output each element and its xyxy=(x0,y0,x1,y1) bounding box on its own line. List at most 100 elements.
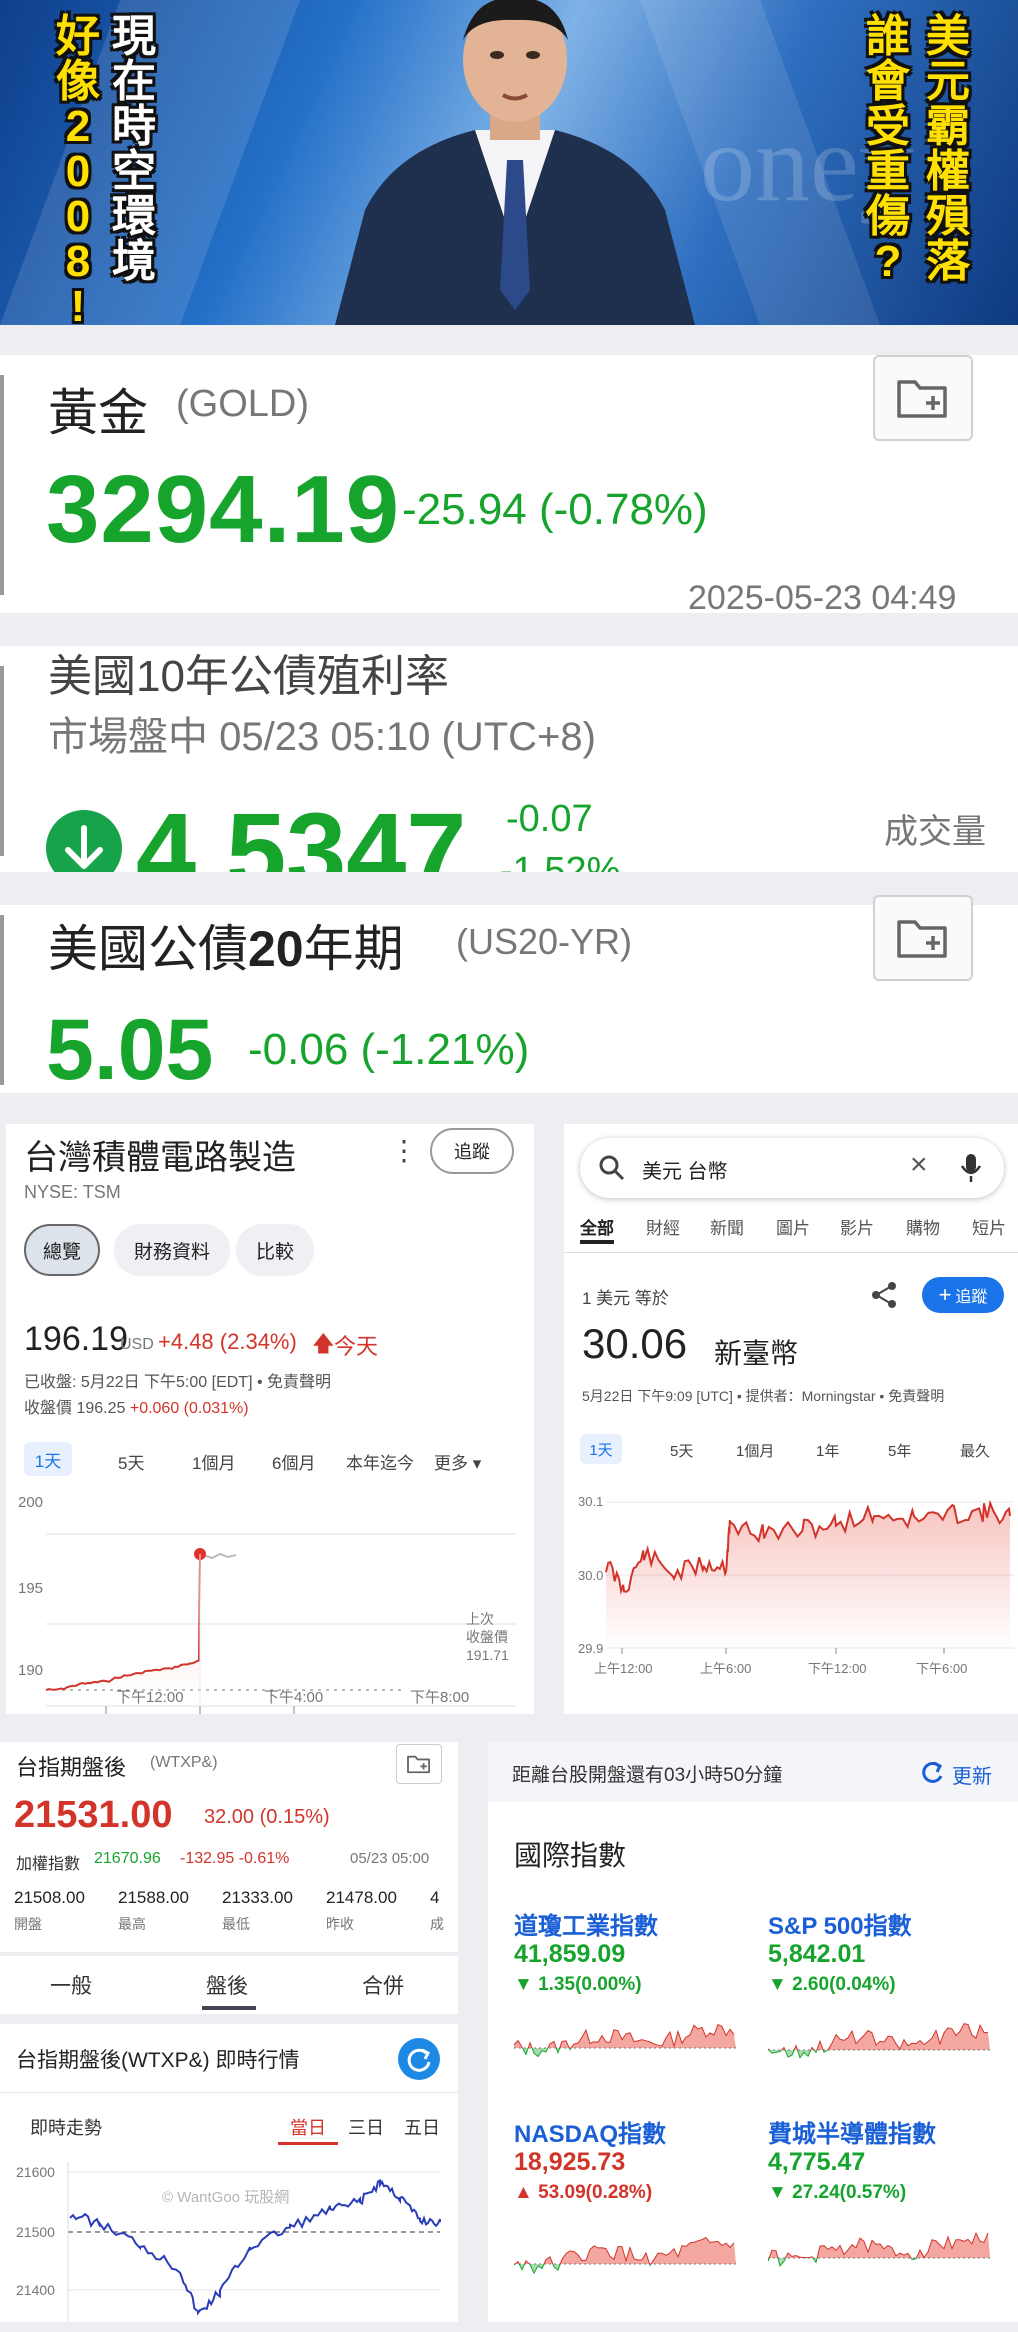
folder-add-icon[interactable] xyxy=(873,355,973,441)
refresh-icon[interactable] xyxy=(398,2038,440,2080)
tab-all-indicator xyxy=(580,1240,614,1244)
sp500-sparkline xyxy=(768,2023,990,2059)
caption-right-1-char: 傷 xyxy=(866,192,910,241)
nasdaq-change: ▲ 53.09(0.28%) xyxy=(514,2182,653,2203)
stat-open-value: 21508.00 xyxy=(14,1888,85,1907)
fx-xtick-2: 上午6:00 xyxy=(700,1661,752,1676)
video-frame[interactable]: oney 好像 2 0 0 8! 現在時空環境 誰會受重傷? 美元霸權殞落 xyxy=(0,0,1018,325)
share-icon[interactable] xyxy=(870,1280,900,1310)
search-icon xyxy=(599,1155,625,1181)
caption-right-1-char: 受 xyxy=(866,102,910,151)
sox-change: ▼ 27.24(0.57%) xyxy=(768,2182,907,2203)
nasdaq-name[interactable]: NASDAQ指數 xyxy=(514,2114,666,2149)
sp500-name[interactable]: S&P 500指數 xyxy=(768,1906,912,1941)
folder-add-icon[interactable] xyxy=(873,895,973,981)
wtx-panel: 台指期盤後 (WTXP&) 21531.00 32.00 (0.15%) 加權指… xyxy=(0,1742,458,2322)
microphone-icon[interactable] xyxy=(960,1152,982,1184)
fx-xtick-1: 上午12:00 xyxy=(594,1661,653,1676)
tab-compare[interactable]: 比較 xyxy=(236,1224,314,1276)
wtx-title: 台指期盤後 xyxy=(16,1755,127,1780)
caption-right-2-char: 元 xyxy=(926,57,970,106)
stat-low-value: 21333.00 xyxy=(222,1888,293,1907)
down-arrow-icon xyxy=(46,810,122,872)
fx-follow-button[interactable]: + 追蹤 xyxy=(922,1277,1004,1313)
caption-right-2: 美元霸權殞落 xyxy=(920,14,976,284)
tab-overview[interactable]: 總覽 xyxy=(24,1224,100,1276)
intl-index-panel: 距離台股開盤還有03小時50分鐘 更新 國際指數 道瓊工業指數 41,859.0… xyxy=(488,1742,1018,2322)
tab-finance[interactable]: 財經 xyxy=(646,1214,680,1239)
wtx-change: 32.00 (0.15%) xyxy=(204,1806,330,1828)
caption-left-2: 現在時空環境 xyxy=(106,14,162,284)
dow-name[interactable]: 道瓊工業指數 xyxy=(514,1906,658,1941)
tsm-xtick-12: 下午12:00 xyxy=(116,1689,184,1706)
stat-vol-value: 4 xyxy=(430,1888,440,1907)
caption-right-1-char: ? xyxy=(874,237,902,286)
fx-range-1d[interactable]: 1天 xyxy=(580,1434,622,1464)
tab-combined[interactable]: 合併 xyxy=(362,1970,404,2000)
tab-videos[interactable]: 影片 xyxy=(840,1214,874,1239)
stat-low-label: 最低 xyxy=(222,1916,250,1932)
range-5d[interactable]: 5天 xyxy=(118,1449,144,1474)
caption-left-2-char: 時 xyxy=(112,102,156,151)
period-today-indicator xyxy=(278,2142,338,2145)
tab-images[interactable]: 圖片 xyxy=(776,1214,810,1239)
range-6m[interactable]: 6個月 xyxy=(272,1449,315,1474)
fx-range-1m[interactable]: 1個月 xyxy=(736,1440,774,1461)
tsm-follow-button[interactable]: 追蹤 xyxy=(430,1128,514,1174)
tab-all[interactable]: 全部 xyxy=(580,1214,614,1239)
more-vert-icon[interactable]: ⋮ xyxy=(390,1134,418,1167)
caption-right-2-char: 權 xyxy=(926,147,970,196)
caption-right-1: 誰會受重傷? xyxy=(860,14,916,284)
news-anchor-image xyxy=(335,0,695,325)
wtx-realtime-title: 台指期盤後(WTXP&) 即時行情 xyxy=(16,2049,300,2072)
fx-xtick-3: 下午12:00 xyxy=(808,1661,867,1676)
period-5d[interactable]: 五日 xyxy=(404,2114,440,2140)
tab-financials[interactable]: 財務資料 xyxy=(114,1224,230,1276)
search-input[interactable]: 美元 台幣 xyxy=(642,1155,728,1184)
range-1d[interactable]: 1天 xyxy=(24,1442,72,1476)
wtx-ytick-21600: 21600 xyxy=(16,2164,55,2180)
sox-value: 4,775.47 xyxy=(768,2148,866,2176)
stat-prev-value: 21478.00 xyxy=(326,1888,397,1907)
tab-after-hours[interactable]: 盤後 xyxy=(206,1970,248,2000)
period-3d[interactable]: 三日 xyxy=(348,2114,384,2140)
fx-range-1y[interactable]: 1年 xyxy=(816,1440,839,1461)
tab-shorts[interactable]: 短片 xyxy=(972,1214,1006,1239)
us20y-price: 5.05 xyxy=(46,1002,214,1098)
range-more[interactable]: 更多 ▾ xyxy=(434,1449,481,1474)
stat-vol-label: 成 xyxy=(430,1916,444,1932)
fx-range-max[interactable]: 最久 xyxy=(960,1440,990,1461)
dow-sparkline xyxy=(514,2023,736,2058)
period-today[interactable]: 當日 xyxy=(290,2114,326,2140)
fx-range-5y[interactable]: 5年 xyxy=(888,1440,911,1461)
caption-left-1-char: 好 xyxy=(56,12,100,61)
sparkline-up-fill xyxy=(514,2237,736,2264)
fx-range-5d[interactable]: 5天 xyxy=(670,1440,693,1461)
tab-news[interactable]: 新聞 xyxy=(710,1214,744,1239)
tsm-today: 今天 xyxy=(334,1334,379,1359)
refresh-icon[interactable] xyxy=(918,1758,946,1786)
stat-high-label: 最高 xyxy=(118,1916,146,1932)
caption-right-1-char: 誰 xyxy=(866,12,910,61)
us10y-title: 美國10年公債殖利率 xyxy=(48,652,449,701)
caption-right-2-char: 美 xyxy=(926,12,970,61)
sox-name[interactable]: 費城半導體指數 xyxy=(768,2114,936,2149)
folder-add-icon[interactable] xyxy=(396,1744,442,1784)
range-1m[interactable]: 1個月 xyxy=(192,1449,235,1474)
tsm-ytick-200: 200 xyxy=(18,1494,44,1511)
gold-name: 黃金 xyxy=(48,385,148,441)
tab-general[interactable]: 一般 xyxy=(50,1970,92,2000)
tsm-price: 196.19 xyxy=(24,1320,128,1358)
caption-left-1-char: 0 xyxy=(65,192,91,241)
search-bar[interactable]: 美元 台幣 × xyxy=(580,1138,1004,1198)
tsm-ytick-190: 190 xyxy=(18,1662,44,1679)
refresh-button[interactable]: 更新 xyxy=(952,1760,992,1789)
wtx-intraday-chart xyxy=(67,2162,441,2322)
close-icon[interactable]: × xyxy=(910,1148,928,1182)
range-ytd[interactable]: 本年迄今 xyxy=(346,1449,414,1474)
tsm-closed-note: 已收盤: 5月22日 下午5:00 [EDT] • 免責聲明 xyxy=(24,1374,332,1391)
caption-left-2-char: 現 xyxy=(112,12,156,61)
caption-right-2-char: 殞 xyxy=(926,192,970,241)
wtx-price: 21531.00 xyxy=(14,1794,173,1836)
tab-shopping[interactable]: 購物 xyxy=(906,1214,940,1239)
